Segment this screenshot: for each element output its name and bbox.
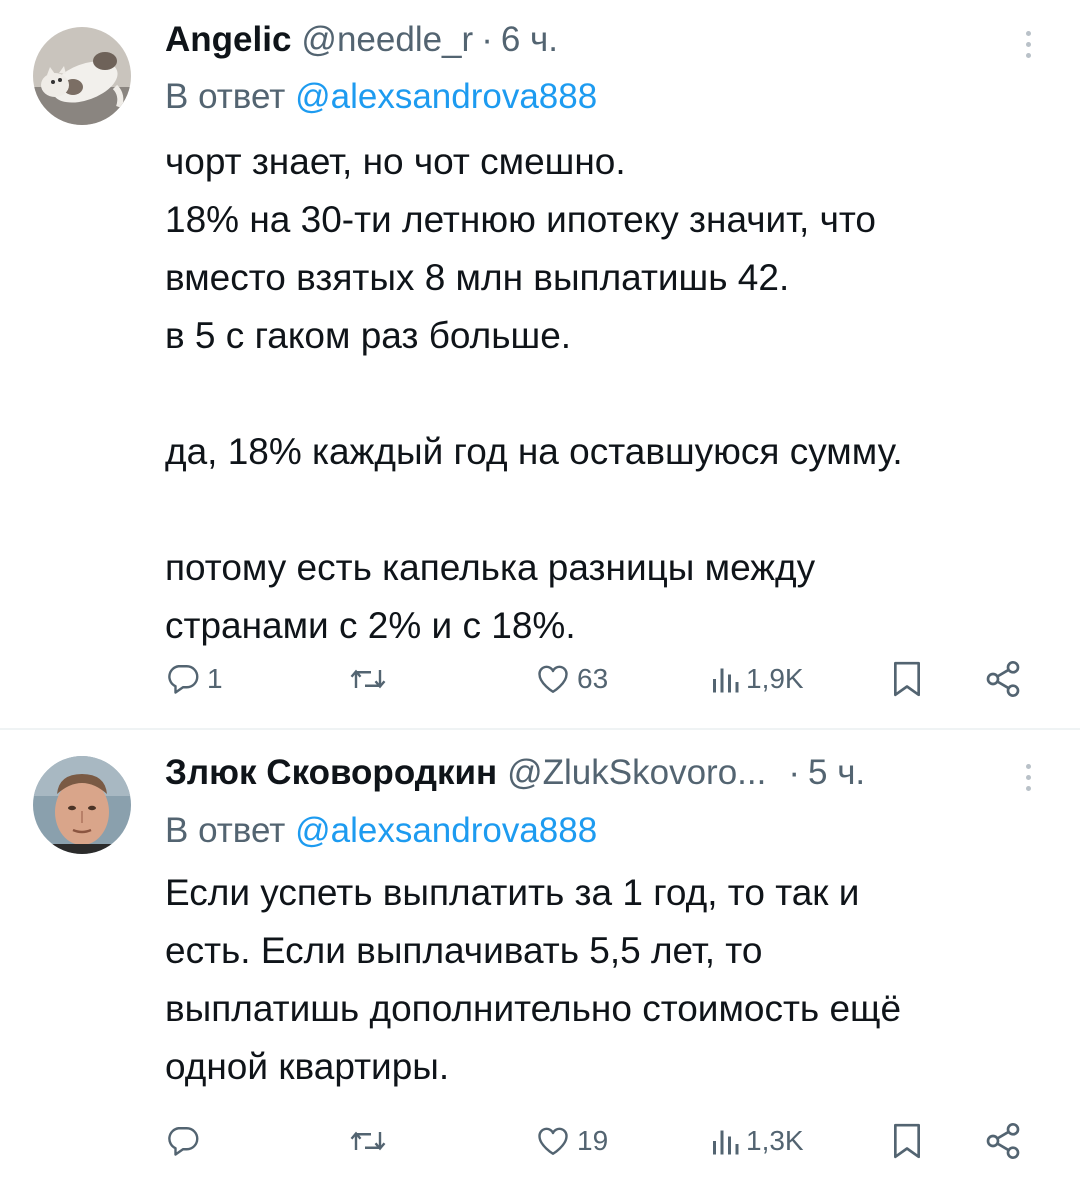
tweet[interactable]: Angelic @needle_r · 6 ч. В ответ @alexsa…: [0, 0, 1080, 728]
tweet-text-blank-line: [165, 365, 1040, 423]
views-chart-icon: [713, 1130, 739, 1155]
bookmark-button[interactable]: [890, 654, 924, 704]
tweet-text-blank-line: [165, 481, 1040, 539]
more-options-icon[interactable]: [1016, 757, 1040, 797]
reply-prefix: В ответ: [165, 811, 286, 850]
bookmark-icon: [894, 1123, 921, 1159]
like-button[interactable]: 19: [535, 1116, 608, 1166]
tweet-text-line: потому есть капелька разницы между: [165, 547, 816, 588]
share-button[interactable]: [983, 1116, 1023, 1166]
action-bar: 19 1,3K: [165, 1116, 1040, 1166]
like-count: 19: [577, 1125, 609, 1156]
reply-mention-link[interactable]: @alexsandrova888: [295, 77, 597, 116]
tweet[interactable]: Злюк Сковородкин @ZlukSkovoro... · 5 ч. …: [0, 730, 1080, 1192]
tweet-text-line: одной квартиры.: [165, 1046, 450, 1087]
person-avatar-icon: [33, 756, 131, 854]
views-button[interactable]: 1,9K: [710, 654, 804, 704]
separator-dot: ·: [788, 753, 800, 792]
tweet-text-line: чорт знает, но чот смешно.: [165, 141, 626, 182]
reply-icon: [168, 665, 199, 694]
share-icon: [986, 661, 1020, 697]
bookmark-icon: [894, 661, 921, 697]
tweet-text-line: 18% на 30-ти летнюю ипотеку значит, что: [165, 199, 876, 240]
tweet-header: Angelic @needle_r · 6 ч.: [165, 18, 970, 62]
like-button[interactable]: 63: [535, 654, 608, 704]
reply-icon: [168, 1127, 199, 1156]
retweet-icon: [350, 669, 386, 689]
reply-mention-link[interactable]: @alexsandrova888: [295, 811, 597, 850]
user-handle[interactable]: @needle_r: [301, 18, 473, 62]
separator-dot: ·: [481, 20, 493, 59]
user-handle[interactable]: @ZlukSkovoro...: [507, 751, 766, 795]
action-bar: 1 63 1,9K: [165, 654, 1040, 704]
avatar[interactable]: [33, 756, 131, 854]
tweet-text-line: Если успеть выплатить за 1 год, то так и: [165, 872, 860, 913]
views-button[interactable]: 1,3K: [710, 1116, 804, 1166]
heart-icon: [538, 665, 568, 693]
tweet-text-line: да, 18% каждый год на оставшуюся сумму.: [165, 431, 903, 472]
tweet-header: Злюк Сковородкин @ZlukSkovoro... · 5 ч.: [165, 751, 970, 795]
views-chart-icon: [713, 668, 739, 693]
display-name[interactable]: Angelic: [165, 18, 291, 62]
timestamp[interactable]: 6 ч.: [501, 18, 558, 62]
retweet-button[interactable]: [348, 1116, 394, 1166]
reply-context: В ответ @alexsandrova888: [165, 809, 597, 853]
tweet-text-line: есть. Если выплачивать 5,5 лет, то: [165, 930, 763, 971]
views-count: 1,9K: [746, 663, 804, 694]
share-icon: [986, 1123, 1020, 1159]
views-count: 1,3K: [746, 1125, 804, 1156]
cat-avatar-icon: [33, 27, 131, 125]
tweet-text-line: выплатишь дополнительно стоимость ещё: [165, 988, 902, 1029]
heart-icon: [538, 1127, 568, 1155]
reply-context: В ответ @alexsandrova888: [165, 75, 597, 119]
more-options-icon[interactable]: [1016, 24, 1040, 64]
retweet-icon: [350, 1131, 386, 1151]
timestamp[interactable]: 5 ч.: [808, 751, 865, 795]
tweet-text: Если успеть выплатить за 1 год, то так и…: [165, 864, 1040, 1096]
reply-button[interactable]: [165, 1116, 207, 1166]
reply-button[interactable]: 1: [165, 654, 223, 704]
retweet-button[interactable]: [348, 654, 394, 704]
tweet-text-line: в 5 с гаком раз больше.: [165, 315, 572, 356]
tweet-text-line: странами с 2% и с 18%.: [165, 605, 576, 646]
tweet-text: чорт знает, но чот смешно. 18% на 30-ти …: [165, 133, 1040, 655]
tweet-text-line: вместо взятых 8 млн выплатишь 42.: [165, 257, 790, 298]
display-name[interactable]: Злюк Сковородкин: [165, 751, 497, 795]
reply-count: 1: [207, 663, 223, 694]
bookmark-button[interactable]: [890, 1116, 924, 1166]
avatar[interactable]: [33, 27, 131, 125]
reply-prefix: В ответ: [165, 77, 286, 116]
share-button[interactable]: [983, 654, 1023, 704]
like-count: 63: [577, 663, 609, 694]
